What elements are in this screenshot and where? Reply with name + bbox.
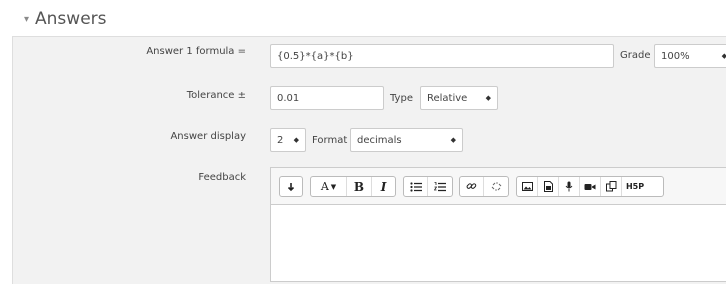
expand-toolbar-icon xyxy=(287,182,295,191)
toolbar-group-links xyxy=(459,176,509,197)
h5p-icon: H5P xyxy=(625,182,645,191)
font-style-glyph: A xyxy=(320,180,329,193)
unordered-list-icon xyxy=(409,181,422,192)
tolerance-label: Tolerance ± xyxy=(186,90,246,101)
unlink-button[interactable] xyxy=(484,177,508,196)
manage-files-icon xyxy=(605,181,616,192)
expand-toolbar-button[interactable] xyxy=(280,177,302,196)
chevron-down-icon: ▼ xyxy=(330,182,337,191)
section-title[interactable]: Answers xyxy=(35,9,106,29)
answer-display-select[interactable]: 2 ◆ xyxy=(270,128,306,152)
type-value: Relative xyxy=(427,92,468,104)
record-video-button[interactable] xyxy=(580,177,601,196)
toolbar-group-collapse xyxy=(279,176,303,197)
type-label: Type xyxy=(390,93,413,104)
feedback-editor[interactable]: A ▼ B I H5P xyxy=(270,167,726,282)
link-icon xyxy=(466,183,477,189)
paragraph-styles-button[interactable]: A ▼ xyxy=(311,177,347,196)
answers-section-header[interactable]: ▾ Answers xyxy=(24,6,107,32)
chevron-updown-icon: ◆ xyxy=(293,136,299,144)
tolerance-input[interactable]: 0.01 xyxy=(270,86,384,110)
ordered-list-icon xyxy=(434,181,446,191)
formula-label: Answer 1 formula = xyxy=(146,46,246,57)
chevron-updown-icon: ◆ xyxy=(721,52,726,60)
grade-select[interactable]: 100% ◆ xyxy=(654,44,726,68)
microphone-icon xyxy=(565,181,573,192)
toolbar-group-lists xyxy=(403,176,453,197)
image-icon xyxy=(521,182,533,191)
answer-display-value: 2 xyxy=(277,134,284,146)
chevron-updown-icon: ◆ xyxy=(485,94,491,102)
bold-button[interactable]: B xyxy=(347,177,372,196)
feedback-label: Feedback xyxy=(198,172,246,183)
format-select[interactable]: decimals ◆ xyxy=(350,128,463,152)
grade-label: Grade xyxy=(620,50,651,61)
media-file-icon xyxy=(543,181,553,192)
toolbar-group-format: A ▼ B I xyxy=(310,176,396,197)
manage-files-button[interactable] xyxy=(601,177,622,196)
format-value: decimals xyxy=(357,134,402,146)
insert-h5p-button[interactable]: H5P xyxy=(622,177,648,196)
video-camera-icon xyxy=(584,183,596,190)
link-button[interactable] xyxy=(460,177,484,196)
type-select[interactable]: Relative ◆ xyxy=(420,86,498,110)
ordered-list-button[interactable] xyxy=(428,177,452,196)
formula-input[interactable]: {0.5}*{a}*{b} xyxy=(270,44,614,68)
feedback-editor-content[interactable] xyxy=(271,206,726,281)
toolbar-group-media: H5P xyxy=(516,176,664,197)
answer-display-label: Answer display xyxy=(170,131,246,142)
unordered-list-button[interactable] xyxy=(404,177,428,196)
record-audio-button[interactable] xyxy=(559,177,580,196)
insert-image-button[interactable] xyxy=(517,177,538,196)
unlink-icon xyxy=(491,182,501,191)
insert-media-button[interactable] xyxy=(538,177,559,196)
format-label: Format xyxy=(312,135,348,146)
grade-value: 100% xyxy=(661,50,690,62)
italic-button[interactable]: I xyxy=(372,177,395,196)
collapse-caret-icon[interactable]: ▾ xyxy=(24,14,29,25)
chevron-updown-icon: ◆ xyxy=(450,136,456,144)
editor-toolbar: A ▼ B I H5P xyxy=(271,168,726,205)
